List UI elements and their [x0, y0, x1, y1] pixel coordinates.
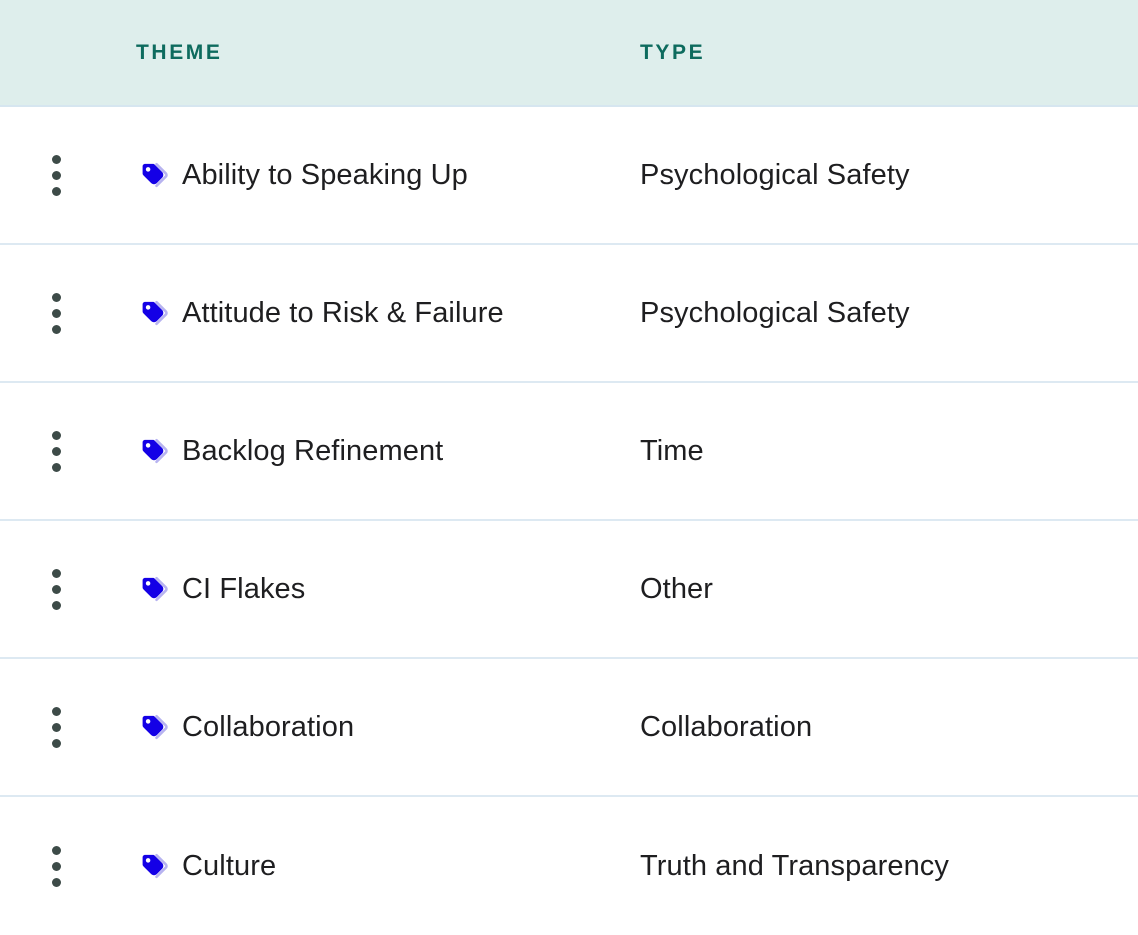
tag-icon — [142, 576, 168, 602]
tag-icon-hole — [145, 858, 151, 863]
theme-name: Backlog Refinement — [182, 434, 444, 467]
tag-icon — [142, 438, 168, 464]
kebab-dot — [51, 584, 61, 594]
table-cell-theme: Collaboration — [136, 709, 640, 745]
type-name: Psychological Safety — [640, 158, 910, 191]
theme-name: Culture — [182, 849, 277, 882]
table-header-row: THEME TYPE — [0, 0, 1138, 107]
table-row[interactable]: Culture Truth and Transparency — [0, 797, 1138, 935]
type-name: Time — [640, 434, 704, 467]
kebab-dot — [51, 568, 61, 578]
kebab-menu-icon[interactable] — [47, 843, 65, 889]
table-cell-row-menu — [0, 152, 136, 198]
kebab-dot — [51, 600, 61, 610]
theme-name: CI Flakes — [182, 572, 306, 605]
tag-icon — [142, 300, 168, 326]
theme-name: Ability to Speaking Up — [182, 158, 468, 191]
table-row[interactable]: Ability to Speaking Up Psychological Saf… — [0, 107, 1138, 245]
kebab-menu-icon[interactable] — [47, 428, 65, 474]
tag-icon — [142, 162, 168, 188]
tag-icon-hole — [145, 581, 151, 586]
table-header-cell-type[interactable]: TYPE — [640, 41, 1138, 65]
tag-icon-hole — [145, 167, 151, 172]
table-row[interactable]: CI Flakes Other — [0, 521, 1138, 659]
table-row[interactable]: Collaboration Collaboration — [0, 659, 1138, 797]
column-header-type: TYPE — [640, 40, 706, 64]
table-cell-row-menu — [0, 428, 136, 474]
table-cell-type: Time — [640, 435, 1138, 468]
type-name: Other — [640, 572, 714, 605]
table-cell-type: Psychological Safety — [640, 159, 1138, 192]
table-cell-type: Collaboration — [640, 711, 1138, 744]
tag-icon-hole — [145, 443, 151, 448]
kebab-dot — [51, 170, 61, 180]
kebab-dot — [51, 738, 61, 748]
kebab-dot — [51, 324, 61, 334]
kebab-menu-icon[interactable] — [47, 290, 65, 336]
table-row[interactable]: Attitude to Risk & Failure Psychological… — [0, 245, 1138, 383]
theme-name: Collaboration — [182, 710, 355, 743]
kebab-dot — [51, 861, 61, 871]
table-cell-type: Other — [640, 573, 1138, 606]
table-cell-row-menu — [0, 566, 136, 612]
kebab-menu-icon[interactable] — [47, 566, 65, 612]
kebab-dot — [51, 154, 61, 164]
themes-table: THEME TYPE Ability to Speaking Up Psycho… — [0, 0, 1138, 935]
table-cell-row-menu — [0, 704, 136, 750]
table-cell-type: Psychological Safety — [640, 297, 1138, 330]
kebab-dot — [51, 845, 61, 855]
column-header-theme: THEME — [136, 40, 223, 64]
kebab-menu-icon[interactable] — [47, 152, 65, 198]
table-cell-theme: CI Flakes — [136, 571, 640, 607]
type-name: Truth and Transparency — [640, 849, 950, 882]
kebab-menu-icon[interactable] — [47, 704, 65, 750]
table-cell-theme: Ability to Speaking Up — [136, 157, 640, 193]
tag-icon-hole — [145, 719, 151, 724]
table-header-cell-theme[interactable]: THEME — [136, 41, 640, 65]
theme-name: Attitude to Risk & Failure — [182, 296, 504, 329]
table-row[interactable]: Backlog Refinement Time — [0, 383, 1138, 521]
tag-icon-hole — [145, 305, 151, 310]
table-cell-row-menu — [0, 290, 136, 336]
tag-icon — [142, 714, 168, 740]
type-name: Psychological Safety — [640, 296, 910, 329]
kebab-dot — [51, 722, 61, 732]
kebab-dot — [51, 186, 61, 196]
kebab-dot — [51, 308, 61, 318]
table-body: Ability to Speaking Up Psychological Saf… — [0, 107, 1138, 935]
kebab-dot — [51, 446, 61, 456]
type-name: Collaboration — [640, 710, 813, 743]
table-cell-row-menu — [0, 843, 136, 889]
kebab-dot — [51, 877, 61, 887]
table-cell-theme: Culture — [136, 848, 640, 884]
table-cell-theme: Backlog Refinement — [136, 433, 640, 469]
kebab-dot — [51, 462, 61, 472]
kebab-dot — [51, 430, 61, 440]
table-cell-type: Truth and Transparency — [640, 850, 1138, 883]
table-cell-theme: Attitude to Risk & Failure — [136, 295, 640, 331]
kebab-dot — [51, 706, 61, 716]
kebab-dot — [51, 292, 61, 302]
tag-icon — [142, 853, 168, 879]
